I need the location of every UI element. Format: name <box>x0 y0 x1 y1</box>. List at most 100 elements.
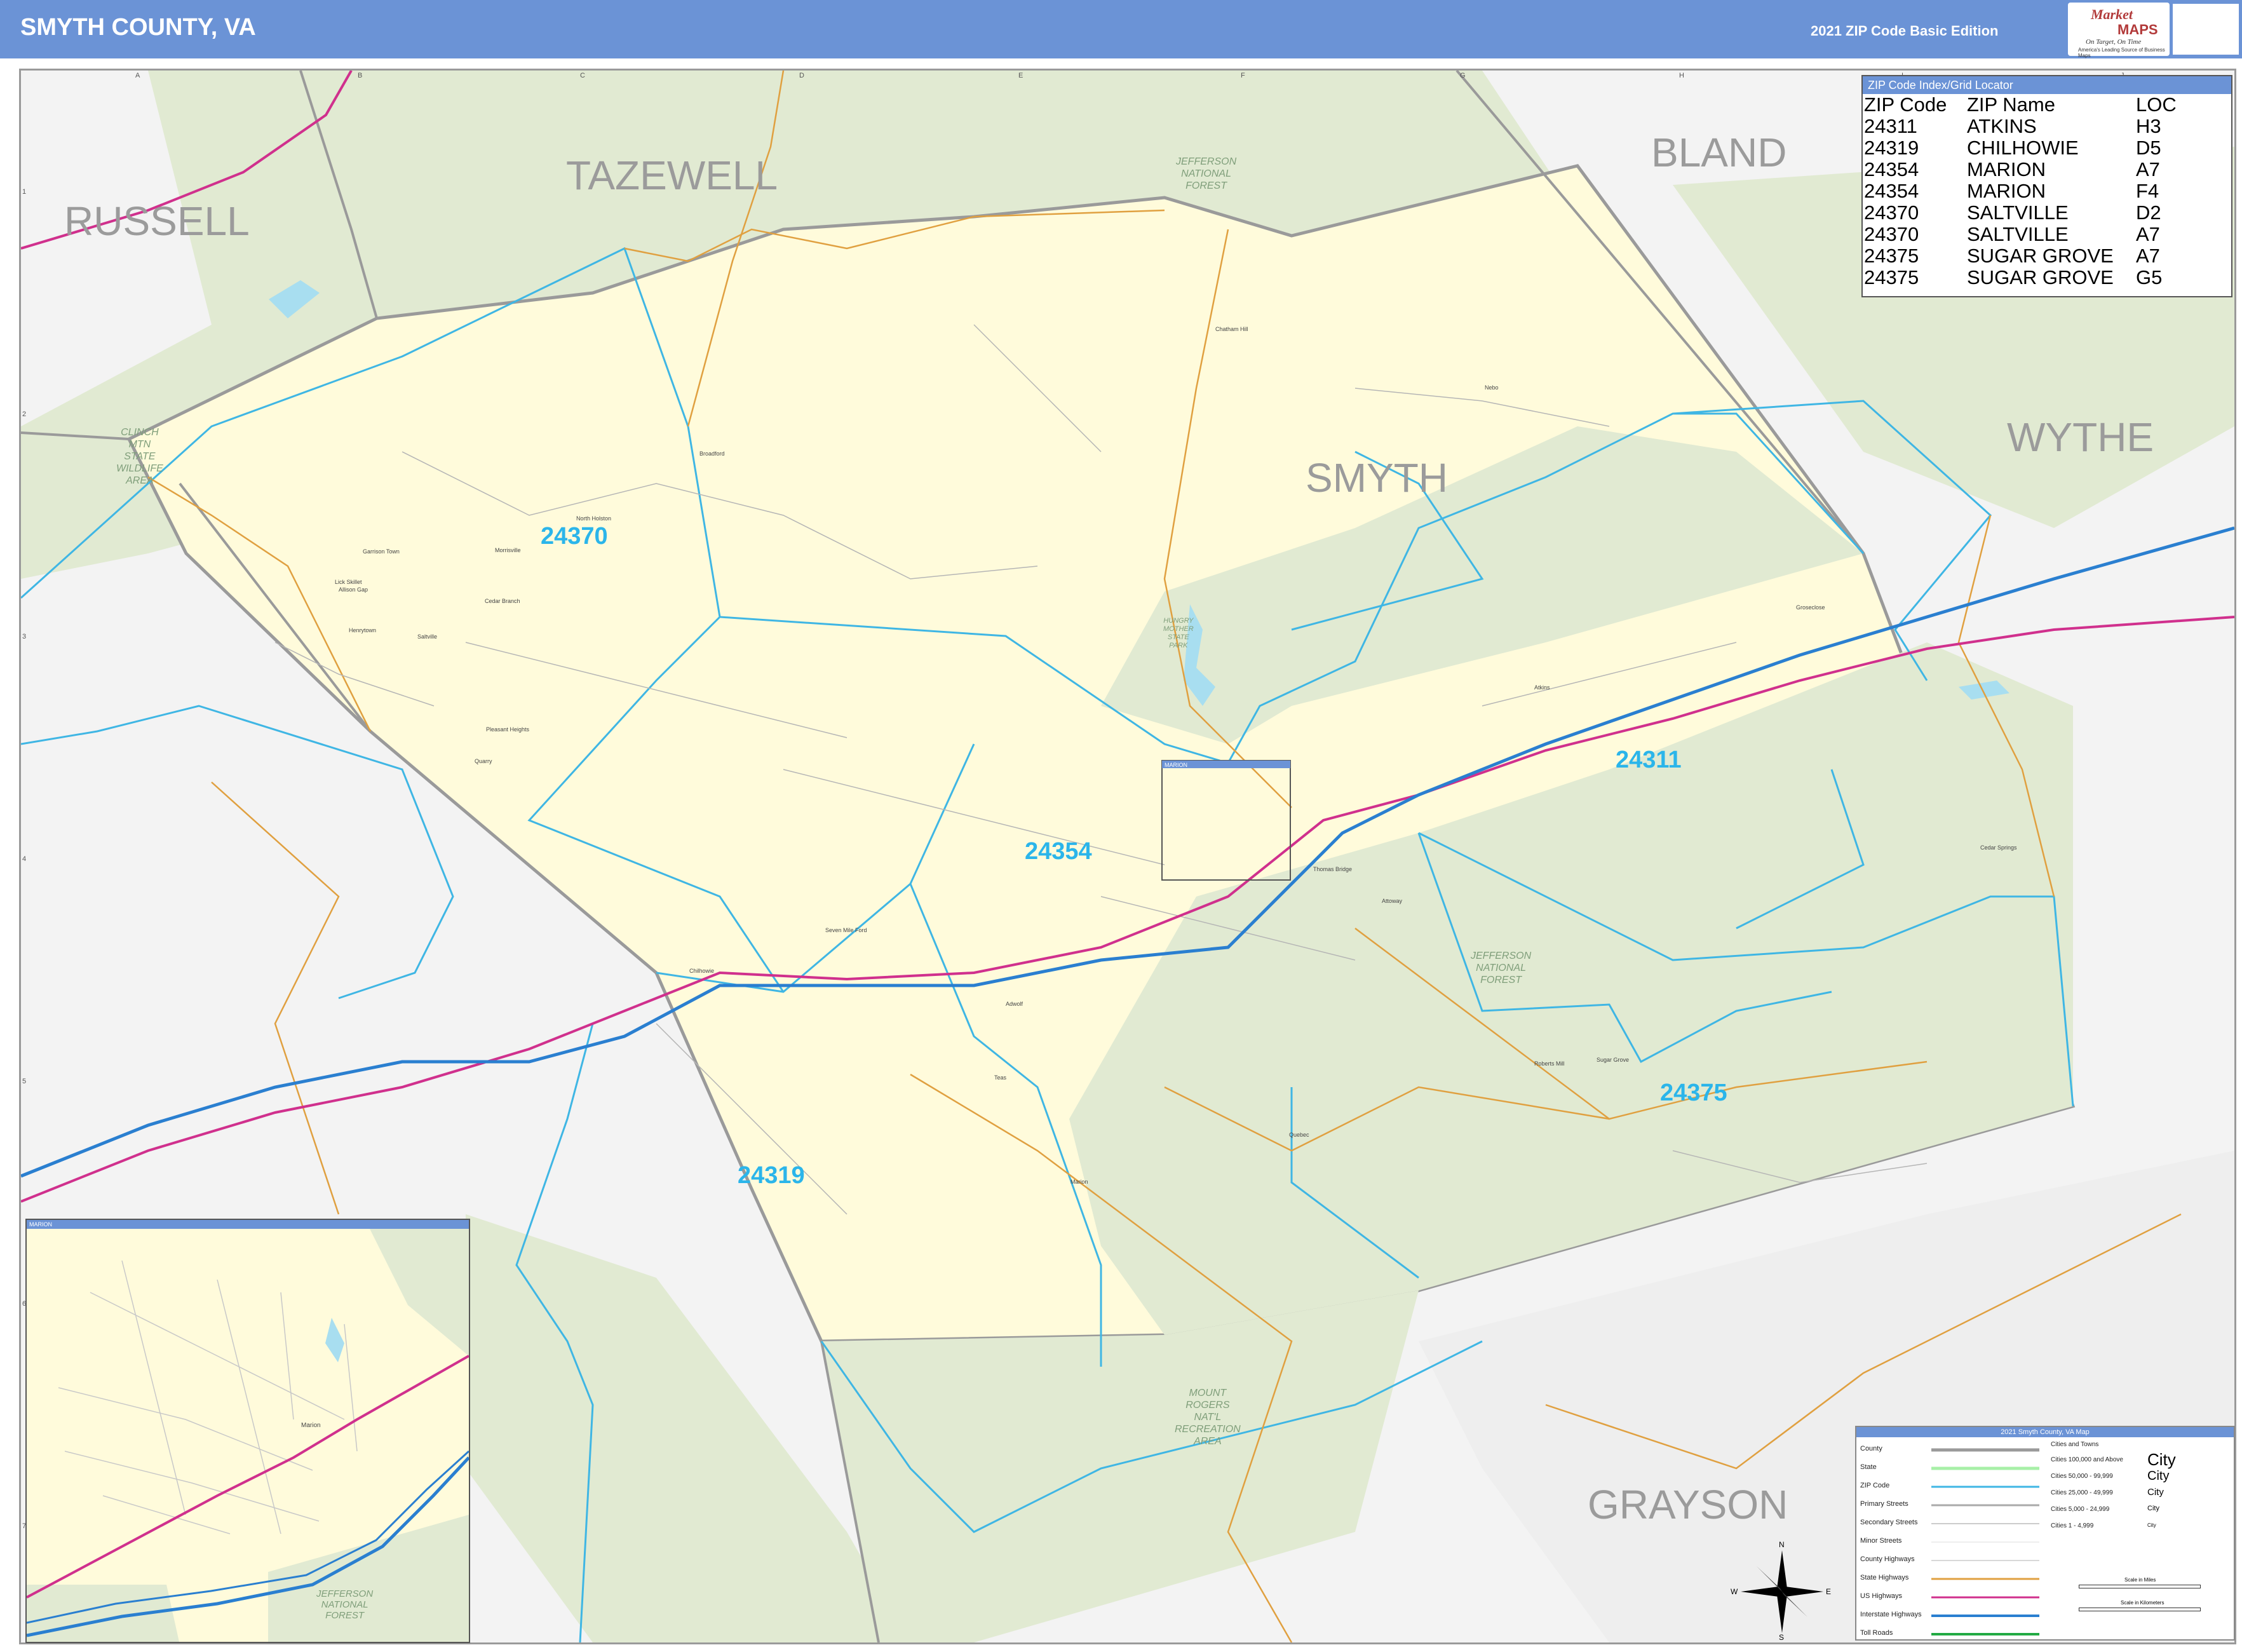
zip-index-name: MARION <box>1967 180 2046 202</box>
legend-city-size: Cities 5,000 - 24,999 <box>2051 1506 2110 1513</box>
zip-code-index: ZIP Code Index/Grid Locator ZIP Code ZIP… <box>1861 75 2232 297</box>
grid-row-4: 4 <box>22 855 27 863</box>
town-quarry: Quarry <box>475 758 492 764</box>
grid-row-5: 5 <box>22 1078 27 1085</box>
county-label-russell: RUSSELL <box>64 198 250 244</box>
zip-index-zip: 24370 <box>1864 223 1919 245</box>
town-sugar-grove: Sugar Grove <box>1597 1057 1630 1063</box>
town-thomas-bridge: Thomas Bridge <box>1313 866 1353 872</box>
county-label-smyth: SMYTH <box>1306 455 1448 501</box>
zip-index-name: CHILHOWIE <box>1967 137 2079 159</box>
compass-w: W <box>1731 1587 1738 1596</box>
marion-box-title: MARION <box>1165 762 1187 768</box>
legend-row-zip: ZIP Code <box>1860 1482 1890 1489</box>
county-label-grayson: GRAYSON <box>1588 1482 1788 1527</box>
inset-streets <box>58 1260 358 1534</box>
legend-row-minor: Minor Streets <box>1860 1537 1902 1545</box>
zip-index-row: 24311 ATKINS H3 <box>1864 116 2177 137</box>
zip-label-24370: 24370 <box>541 523 608 550</box>
zip-index-zip: 24354 <box>1864 158 1919 180</box>
town-cedar-branch: Cedar Branch <box>485 598 520 604</box>
town-broadford: Broadford <box>699 450 725 457</box>
grid-col-a: A <box>135 72 140 79</box>
legend-row-us-hwy: US Highways <box>1860 1592 1903 1600</box>
zip-index-name: ATKINS <box>1967 115 2037 137</box>
zip-label-24354: 24354 <box>1025 838 1092 865</box>
zip-index-loc: D2 <box>2136 201 2161 224</box>
scale-miles-bar <box>2079 1585 2201 1588</box>
town-teas: Teas <box>994 1074 1007 1081</box>
legend-city-glyph: City <box>2147 1469 2170 1483</box>
zip-index-row: 24370 SALTVILLE A7 <box>1864 224 2177 245</box>
legend-cities-header: Cities and Towns <box>2051 1441 2099 1448</box>
park-label-jnf-north: JEFFERSON NATIONAL FOREST <box>1176 156 1237 191</box>
zip-index-name: SALTVILLE <box>1967 223 2069 245</box>
park-label-jnf-central: JEFFERSON NATIONAL FOREST <box>1471 951 1532 985</box>
town-morrisville: Morrisville <box>495 547 521 553</box>
zip-index-name: SUGAR GROVE <box>1967 245 2114 267</box>
legend-row-toll: Toll Roads <box>1860 1629 1893 1637</box>
town-pleasant-heights: Pleasant Heights <box>486 726 530 733</box>
zip-index-zip: 24319 <box>1864 137 1919 159</box>
map-legend: 2021 Smyth County, VA Map County State Z… <box>1855 1426 2235 1641</box>
zip-index-zip: 24375 <box>1864 266 1919 288</box>
grid-col-f: F <box>1241 72 1245 79</box>
legend-city-size: Cities 1 - 4,999 <box>2051 1522 2094 1529</box>
logo-market: Market <box>2091 6 2133 22</box>
market-maps-logo[interactable]: Market MAPS On Target, On Time America's… <box>2068 3 2170 58</box>
town-seven-mile-ford: Seven Mile Ford <box>825 927 867 933</box>
park-label-hungry-mother: HUNGRY MOTHER STATE PARK <box>1163 617 1194 649</box>
town-adwolf: Adwolf <box>1006 1001 1023 1007</box>
grid-col-b: B <box>358 72 363 79</box>
compass-n: N <box>1779 1540 1785 1549</box>
zip-index-loc: D5 <box>2136 137 2161 159</box>
legend-row-secondary: Secondary Streets <box>1860 1519 1918 1526</box>
zip-index-col-loc: LOC <box>2136 93 2177 116</box>
legend-city-glyph: City <box>2147 1450 2176 1469</box>
zip-index-loc: A7 <box>2136 245 2160 267</box>
zip-index-zip: 24354 <box>1864 180 1919 202</box>
town-chilhowie: Chilhowie <box>689 968 715 974</box>
grid-row-2: 2 <box>22 410 27 418</box>
logo-tagline: On Target, On Time <box>2086 38 2142 46</box>
scale-km-label: Scale in Kilometers <box>2121 1600 2164 1606</box>
legend-city-size: Cities 25,000 - 49,999 <box>2051 1489 2113 1496</box>
zip-index-row: 24354 MARION A7 <box>1864 159 2177 180</box>
compass-icon <box>1741 1550 1823 1633</box>
legend-city-size: Cities 100,000 and Above <box>2051 1456 2123 1463</box>
grid-col-g: G <box>1460 72 1466 79</box>
zip-index-row: 24370 SALTVILLE D2 <box>1864 202 2177 224</box>
town-saltville: Saltville <box>417 633 438 640</box>
zip-index-loc: A7 <box>2136 158 2160 180</box>
marion-inset-map[interactable]: MARION Marion JEFFERSON NATIONAL FOREST <box>25 1219 470 1643</box>
zip-index-title: ZIP Code Index/Grid Locator <box>1863 76 2231 94</box>
inset-forest-se <box>268 1515 469 1642</box>
town-roberts-mill: Roberts Mill <box>1534 1060 1565 1067</box>
zip-label-24375: 24375 <box>1660 1080 1727 1106</box>
town-chatham-hill: Chatham Hill <box>1215 326 1248 332</box>
compass-rose: N S E W <box>1728 1540 1836 1642</box>
town-groseclose: Groseclose <box>1796 604 1825 611</box>
zip-index-loc: G5 <box>2136 266 2163 288</box>
scale-bars: Scale in Miles Scale in Kilometers <box>2079 1577 2206 1615</box>
park-label-clinch: CLINCH MTN STATE WILDLIFE AREA <box>116 427 163 486</box>
town-lick-skillet: Lick Skillet <box>335 579 362 585</box>
park-label-mount-rogers: MOUNT ROGERS NAT'L RECREATION AREA <box>1175 1388 1241 1447</box>
legend-row-county-hwy: County Highways <box>1860 1555 1915 1563</box>
grid-col-d: D <box>799 72 804 79</box>
map-title: SMYTH COUNTY, VA <box>20 14 256 41</box>
zip-index-loc: F4 <box>2136 180 2159 202</box>
edition-label: 2021 ZIP Code Basic Edition <box>1811 23 1999 39</box>
town-garrison-town: Garrison Town <box>363 548 400 555</box>
contact-info <box>2173 4 2239 55</box>
grid-row-1: 1 <box>22 188 27 196</box>
legend-row-county: County <box>1860 1445 1882 1452</box>
zip-index-loc: A7 <box>2136 223 2160 245</box>
legend-city-size: Cities 50,000 - 99,999 <box>2051 1473 2113 1480</box>
zip-index-row: 24375 SUGAR GROVE G5 <box>1864 267 2177 288</box>
legend-city-glyph: City <box>2147 1487 2164 1498</box>
zip-index-zip: 24370 <box>1864 201 1919 224</box>
inset-title: MARION <box>27 1220 469 1229</box>
scale-miles-label: Scale in Miles <box>2124 1577 2156 1583</box>
zip-index-zip: 24311 <box>1864 115 1917 137</box>
